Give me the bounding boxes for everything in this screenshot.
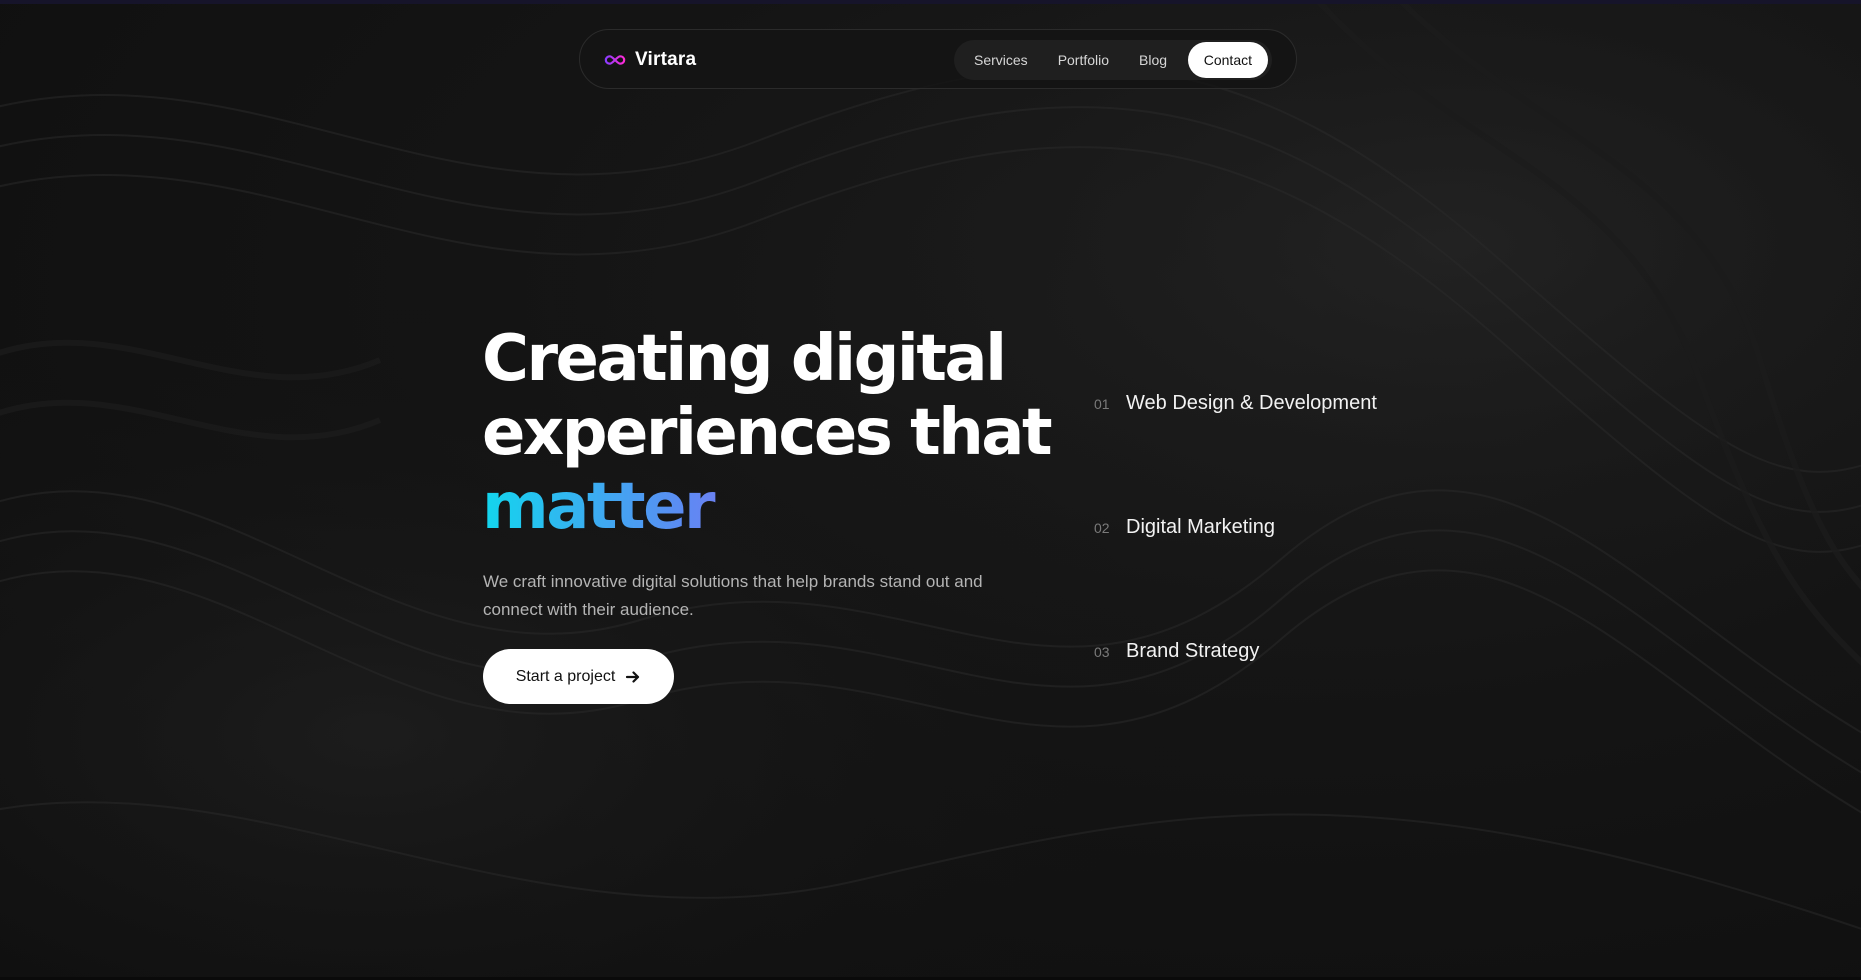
nav-menu: Services Portfolio Blog Contact	[954, 40, 1272, 80]
hero-title-line-2: experiences that	[482, 396, 1053, 470]
arrow-right-icon	[626, 670, 640, 683]
service-number: 03	[1094, 644, 1110, 660]
service-name: Brand Strategy	[1126, 640, 1260, 662]
brand-name: Virtara	[635, 49, 697, 70]
brand-logo[interactable]: Virtara	[604, 46, 696, 74]
nav-link-blog[interactable]: Blog	[1124, 52, 1182, 68]
page: Virtara Services Portfolio Blog Contact …	[0, 0, 1861, 980]
contact-button[interactable]: Contact	[1187, 42, 1268, 78]
hero-subtitle: We craft innovative digital solutions th…	[483, 572, 983, 619]
service-name: Web Design & Development	[1126, 392, 1377, 414]
start-project-button[interactable]: Start a project	[483, 649, 674, 704]
service-item-brand-strategy[interactable]: 03 Brand Strategy	[1094, 640, 1259, 663]
nav-link-services[interactable]: Services	[954, 52, 1043, 68]
service-number: 01	[1094, 396, 1110, 412]
nav-link-portfolio[interactable]: Portfolio	[1043, 52, 1124, 68]
service-number: 02	[1094, 520, 1110, 536]
hero-title: Creating digital experiences that matter	[482, 322, 1053, 544]
hero-title-highlight: matter	[482, 470, 1050, 544]
service-name: Digital Marketing	[1126, 516, 1275, 538]
start-project-label: Start a project	[515, 667, 616, 685]
top-border	[0, 0, 1861, 4]
hero-title-line-1: Creating digital	[482, 322, 1007, 396]
service-item-web-design[interactable]: 01 Web Design & Development	[1094, 392, 1377, 415]
service-item-digital-marketing[interactable]: 02 Digital Marketing	[1094, 516, 1275, 539]
infinity-logo-icon	[604, 55, 626, 65]
navbar: Virtara Services Portfolio Blog Contact	[579, 29, 1297, 89]
